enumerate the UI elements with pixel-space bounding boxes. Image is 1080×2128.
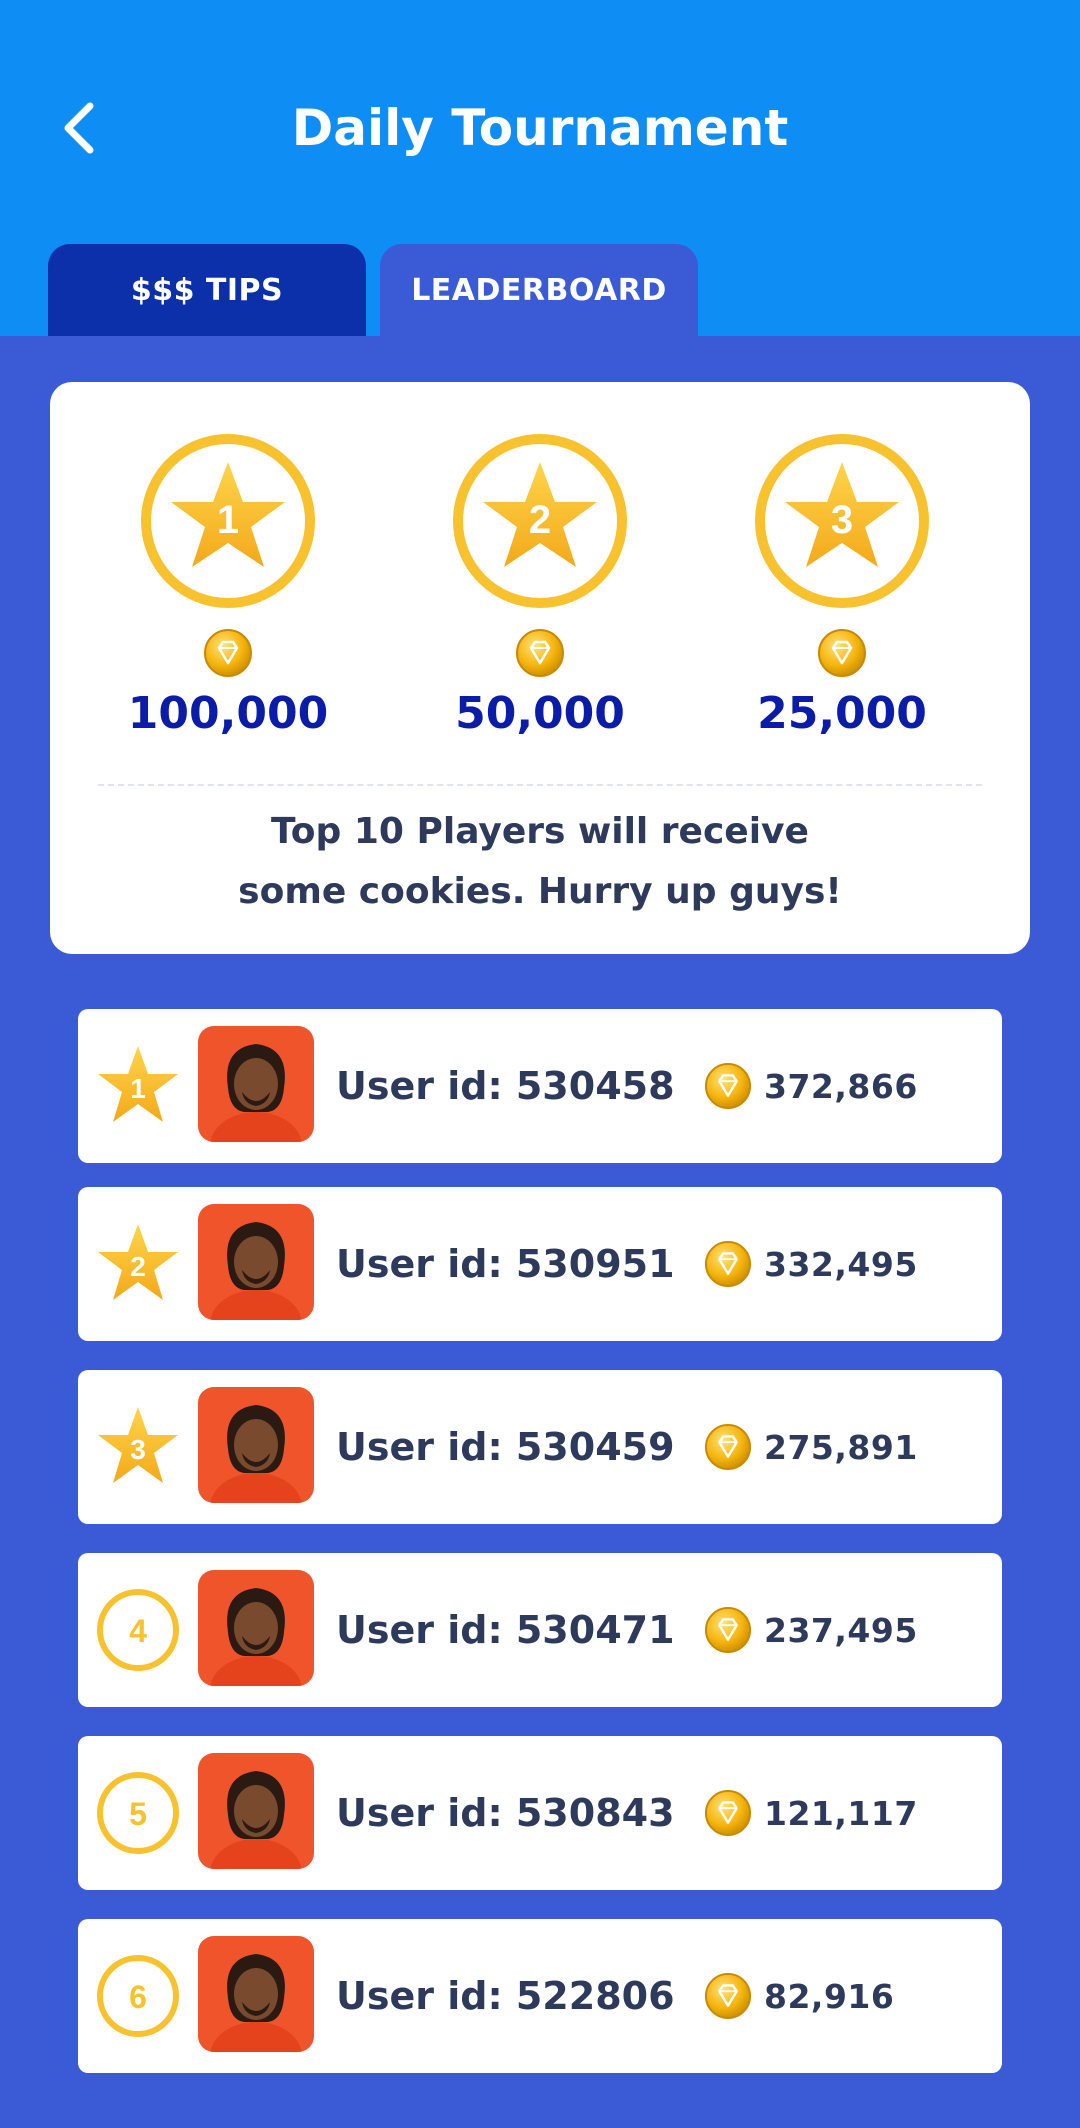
user-id: User id: 522806: [336, 1974, 675, 2018]
rank-number: 3: [130, 1434, 146, 1465]
leaderboard-row[interactable]: 3 User id: 530459 275,891: [78, 1370, 1002, 1524]
tab-tips[interactable]: $$$ TIPS: [48, 244, 366, 336]
rank-number: 1: [130, 1073, 146, 1104]
avatar-person-icon: [210, 1222, 302, 1320]
avatar: [198, 1936, 314, 2052]
leaderboard-row[interactable]: 2 User id: 530951 332,495: [78, 1187, 1002, 1341]
rank-number: 2: [130, 1251, 146, 1282]
score: 237,495: [764, 1610, 918, 1650]
coin-icon: [704, 1972, 752, 2020]
user-id: User id: 530459: [336, 1425, 675, 1469]
score: 121,117: [764, 1793, 918, 1833]
score: 372,866: [764, 1066, 918, 1106]
prize-first: 1 100,000: [108, 432, 348, 744]
avatar-person-icon: [210, 1771, 302, 1869]
avatar-person-icon: [210, 1044, 302, 1142]
prize-note: Top 10 Players will receive some cookies…: [110, 802, 970, 922]
coin-icon: [516, 629, 564, 677]
prize-rank-label: 3: [831, 498, 853, 542]
prize-second: 2 50,000: [420, 432, 660, 744]
avatar: [198, 1204, 314, 1320]
avatar: [198, 1753, 314, 1869]
star-badge-icon: 1: [141, 434, 315, 608]
prize-card: 1 100,000 2 50,000 3 25,000 Top 10 Playe…: [50, 382, 1030, 954]
user-id: User id: 530458: [336, 1064, 675, 1108]
user-id: User id: 530843: [336, 1791, 675, 1835]
avatar: [198, 1387, 314, 1503]
avatar-person-icon: [210, 1405, 302, 1503]
avatar: [198, 1570, 314, 1686]
circle-rank-icon: 6: [97, 1955, 179, 2037]
tab-leaderboard[interactable]: LEADERBOARD: [380, 244, 698, 336]
user-id: User id: 530951: [336, 1242, 675, 1286]
prize-amount: 50,000: [455, 688, 625, 739]
prize-note-line: Top 10 Players will receive: [271, 811, 809, 852]
coin-icon: [704, 1240, 752, 1288]
prize-note-line: some cookies. Hurry up guys!: [238, 871, 842, 912]
coin-icon: [704, 1789, 752, 1837]
avatar-person-icon: [210, 1588, 302, 1686]
coin-icon: [704, 1423, 752, 1471]
score: 82,916: [764, 1976, 895, 2016]
prize-rank-label: 1: [217, 498, 239, 542]
rank-number: 4: [129, 1613, 147, 1649]
prize-third: 3 25,000: [722, 432, 962, 744]
leaderboard-row[interactable]: 1 User id: 530458 372,866: [78, 1009, 1002, 1163]
star-rank-icon: 1: [98, 1046, 178, 1122]
rank-number: 5: [129, 1796, 147, 1832]
avatar: [198, 1026, 314, 1142]
rank-number: 6: [129, 1979, 147, 2015]
coin-icon: [204, 629, 252, 677]
avatar-person-icon: [210, 1954, 302, 2052]
leaderboard-row[interactable]: 6 User id: 522806 82,916: [78, 1919, 1002, 2073]
circle-rank-icon: 5: [97, 1772, 179, 1854]
star-rank-icon: 3: [98, 1407, 178, 1483]
page-title: Daily Tournament: [291, 99, 789, 157]
prize-amount: 100,000: [127, 688, 329, 739]
star-badge-icon: 2: [453, 434, 627, 608]
circle-rank-icon: 4: [97, 1589, 179, 1671]
star-badge-icon: 3: [755, 434, 929, 608]
leaderboard-row[interactable]: 5 User id: 530843 121,117: [78, 1736, 1002, 1890]
app-header: Daily Tournament $$$ TIPS LEADERBOARD: [0, 0, 1080, 336]
score: 332,495: [764, 1244, 918, 1284]
score: 275,891: [764, 1427, 918, 1467]
coin-icon: [704, 1062, 752, 1110]
coin-icon: [818, 629, 866, 677]
leaderboard-row[interactable]: 4 User id: 530471 237,495: [78, 1553, 1002, 1707]
dashed-divider: [98, 784, 982, 786]
coin-icon: [704, 1606, 752, 1654]
prize-amount: 25,000: [757, 688, 927, 739]
prize-rank-label: 2: [529, 498, 551, 542]
user-id: User id: 530471: [336, 1608, 675, 1652]
star-rank-icon: 2: [98, 1224, 178, 1300]
